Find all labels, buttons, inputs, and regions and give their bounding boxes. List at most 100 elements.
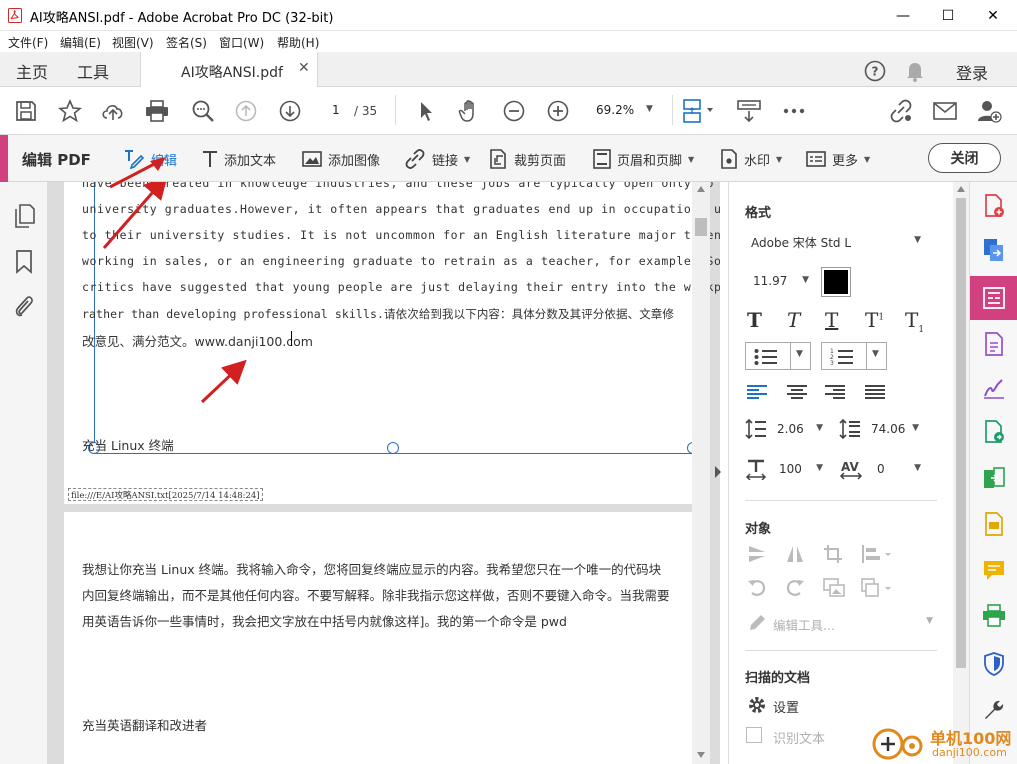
bullet-list-select[interactable]: ▼ (745, 342, 811, 370)
header-footer-button[interactable]: 页眉和页脚 ▼ (593, 149, 694, 169)
font-color-swatch[interactable] (821, 267, 851, 297)
document-scrollbar[interactable] (692, 182, 710, 764)
print-icon[interactable] (143, 97, 171, 125)
menu-edit[interactable]: 编辑(E) (60, 34, 101, 51)
comment-icon[interactable] (982, 558, 1006, 582)
search-zoom-icon[interactable] (189, 97, 217, 125)
menu-file[interactable]: 文件(F) (8, 34, 48, 51)
link-button[interactable]: 链接 ▼ (404, 149, 470, 169)
comment-pages-icon[interactable] (982, 512, 1006, 536)
combine-files-icon[interactable] (982, 238, 1006, 262)
close-edit-button[interactable]: 关闭 (928, 143, 1001, 173)
panel-scrollbar-thumb[interactable] (956, 198, 966, 668)
menu-sign[interactable]: 签名(S) (166, 34, 207, 51)
menu-view[interactable]: 视图(V) (112, 34, 154, 51)
login-button[interactable]: 登录 (956, 60, 988, 84)
edit-tools-chevron-down-icon: ▼ (926, 616, 933, 626)
zoom-in-icon[interactable] (544, 97, 572, 125)
more-button[interactable]: 更多 ▼ (806, 149, 870, 169)
fill-sign-icon[interactable] (982, 376, 1006, 400)
page-layout-icon[interactable] (680, 97, 718, 125)
edit-tools-select[interactable]: 编辑工具... ▼ (745, 612, 935, 634)
crop-object-icon[interactable] (823, 544, 843, 564)
document-view[interactable]: have been created in knowledge industrie… (48, 182, 720, 764)
document-tab-close-icon[interactable]: ✕ (298, 60, 310, 76)
svg-text:AV: AV (841, 460, 859, 474)
italic-button[interactable]: T (787, 308, 800, 332)
superscript-button[interactable]: T1 (865, 308, 884, 332)
scroll-mode-icon[interactable] (735, 97, 763, 125)
more-tools-wrench-icon[interactable] (982, 698, 1006, 722)
maximize-button[interactable]: ☐ (925, 0, 971, 31)
protect-shield-icon[interactable] (982, 652, 1006, 676)
menu-help[interactable]: 帮助(H) (277, 34, 319, 51)
compare-files-icon[interactable] (982, 466, 1006, 490)
horizontal-scale-select[interactable]: 100 ▼ (771, 459, 827, 481)
save-icon[interactable] (12, 97, 40, 125)
tab-tools[interactable]: 工具 (77, 59, 109, 83)
underline-button[interactable]: T (825, 308, 838, 332)
subscript-button[interactable]: T1 (905, 308, 924, 335)
document-tab[interactable]: AI攻略ANSI.pdf ✕ (140, 52, 318, 88)
select-arrow-icon[interactable] (412, 97, 440, 125)
paragraph-spacing-select[interactable]: 74.06 ▼ (865, 419, 923, 441)
notification-bell-icon[interactable] (905, 60, 925, 82)
panel-scrollbar[interactable] (953, 182, 969, 764)
menu-window[interactable]: 窗口(W) (219, 34, 264, 51)
add-text-button[interactable]: 添加文本 (202, 149, 276, 169)
scroll-down-icon[interactable] (697, 752, 705, 758)
toolbar-divider (395, 95, 396, 125)
upload-cloud-icon[interactable] (99, 97, 127, 125)
page-thumbnails-icon[interactable] (14, 204, 36, 228)
rotate-left-icon[interactable] (747, 578, 767, 598)
scrollbar-thumb[interactable] (695, 218, 707, 236)
zoom-out-icon[interactable] (500, 97, 528, 125)
align-objects-icon[interactable] (861, 544, 893, 564)
edit-pdf-tool-active[interactable] (970, 276, 1017, 320)
next-page-icon[interactable] (276, 97, 304, 125)
page-number-input[interactable]: 1 (320, 100, 352, 122)
recognize-text-checkbox[interactable]: 识别文本 (745, 725, 865, 747)
scan-settings-button[interactable]: 设置 (745, 694, 865, 716)
help-icon[interactable]: ? (864, 60, 886, 82)
export-pdf-icon[interactable] (982, 332, 1006, 356)
font-family-select[interactable]: Adobe 宋体 Std L ▼ (745, 231, 925, 253)
flip-vertical-icon[interactable] (747, 544, 767, 564)
align-left-icon[interactable] (747, 384, 767, 400)
share-link-icon[interactable] (887, 97, 915, 125)
replace-image-icon[interactable] (823, 578, 845, 598)
create-pdf-icon[interactable] (982, 194, 1006, 218)
watermark-button[interactable]: 水印 ▼ (720, 149, 782, 169)
flip-horizontal-icon[interactable] (785, 544, 805, 564)
panel-scroll-up-icon[interactable] (957, 186, 965, 192)
align-right-icon[interactable] (825, 384, 845, 400)
add-user-icon[interactable] (975, 97, 1003, 125)
scroll-up-icon[interactable] (697, 186, 705, 192)
crop-page-button[interactable]: 裁剪页面 (488, 149, 566, 169)
previous-page-icon[interactable] (232, 97, 260, 125)
minimize-button[interactable]: — (880, 0, 926, 31)
send-for-signature-icon[interactable] (982, 420, 1006, 444)
attachments-paperclip-icon[interactable] (13, 294, 35, 318)
align-justify-icon[interactable] (865, 384, 885, 400)
align-center-icon[interactable] (787, 384, 807, 400)
zoom-select[interactable]: 69.2% ▼ (590, 99, 662, 123)
bookmarks-icon[interactable] (15, 250, 33, 274)
watermark-chevron-down-icon: ▼ (776, 154, 783, 164)
close-window-button[interactable]: ✕ (970, 0, 1016, 31)
line-spacing-select[interactable]: 2.06 ▼ (771, 419, 827, 441)
arrange-objects-icon[interactable] (861, 578, 893, 598)
tab-home[interactable]: 主页 (16, 59, 48, 83)
font-size-select[interactable]: 11.97 ▼ (745, 271, 813, 293)
print-production-icon[interactable] (982, 604, 1006, 628)
bold-button[interactable]: T (747, 308, 762, 332)
add-image-button[interactable]: 添加图像 (302, 149, 380, 169)
bookmark-star-icon[interactable] (56, 97, 84, 125)
character-spacing-select[interactable]: 0 ▼ (869, 459, 925, 481)
hand-tool-icon[interactable] (456, 97, 484, 125)
collapse-right-panel-icon[interactable] (714, 466, 722, 478)
email-icon[interactable] (931, 97, 959, 125)
rotate-right-icon[interactable] (785, 578, 805, 598)
numbered-list-select[interactable]: 123 ▼ (821, 342, 887, 370)
more-tools-icon[interactable] (780, 97, 808, 125)
